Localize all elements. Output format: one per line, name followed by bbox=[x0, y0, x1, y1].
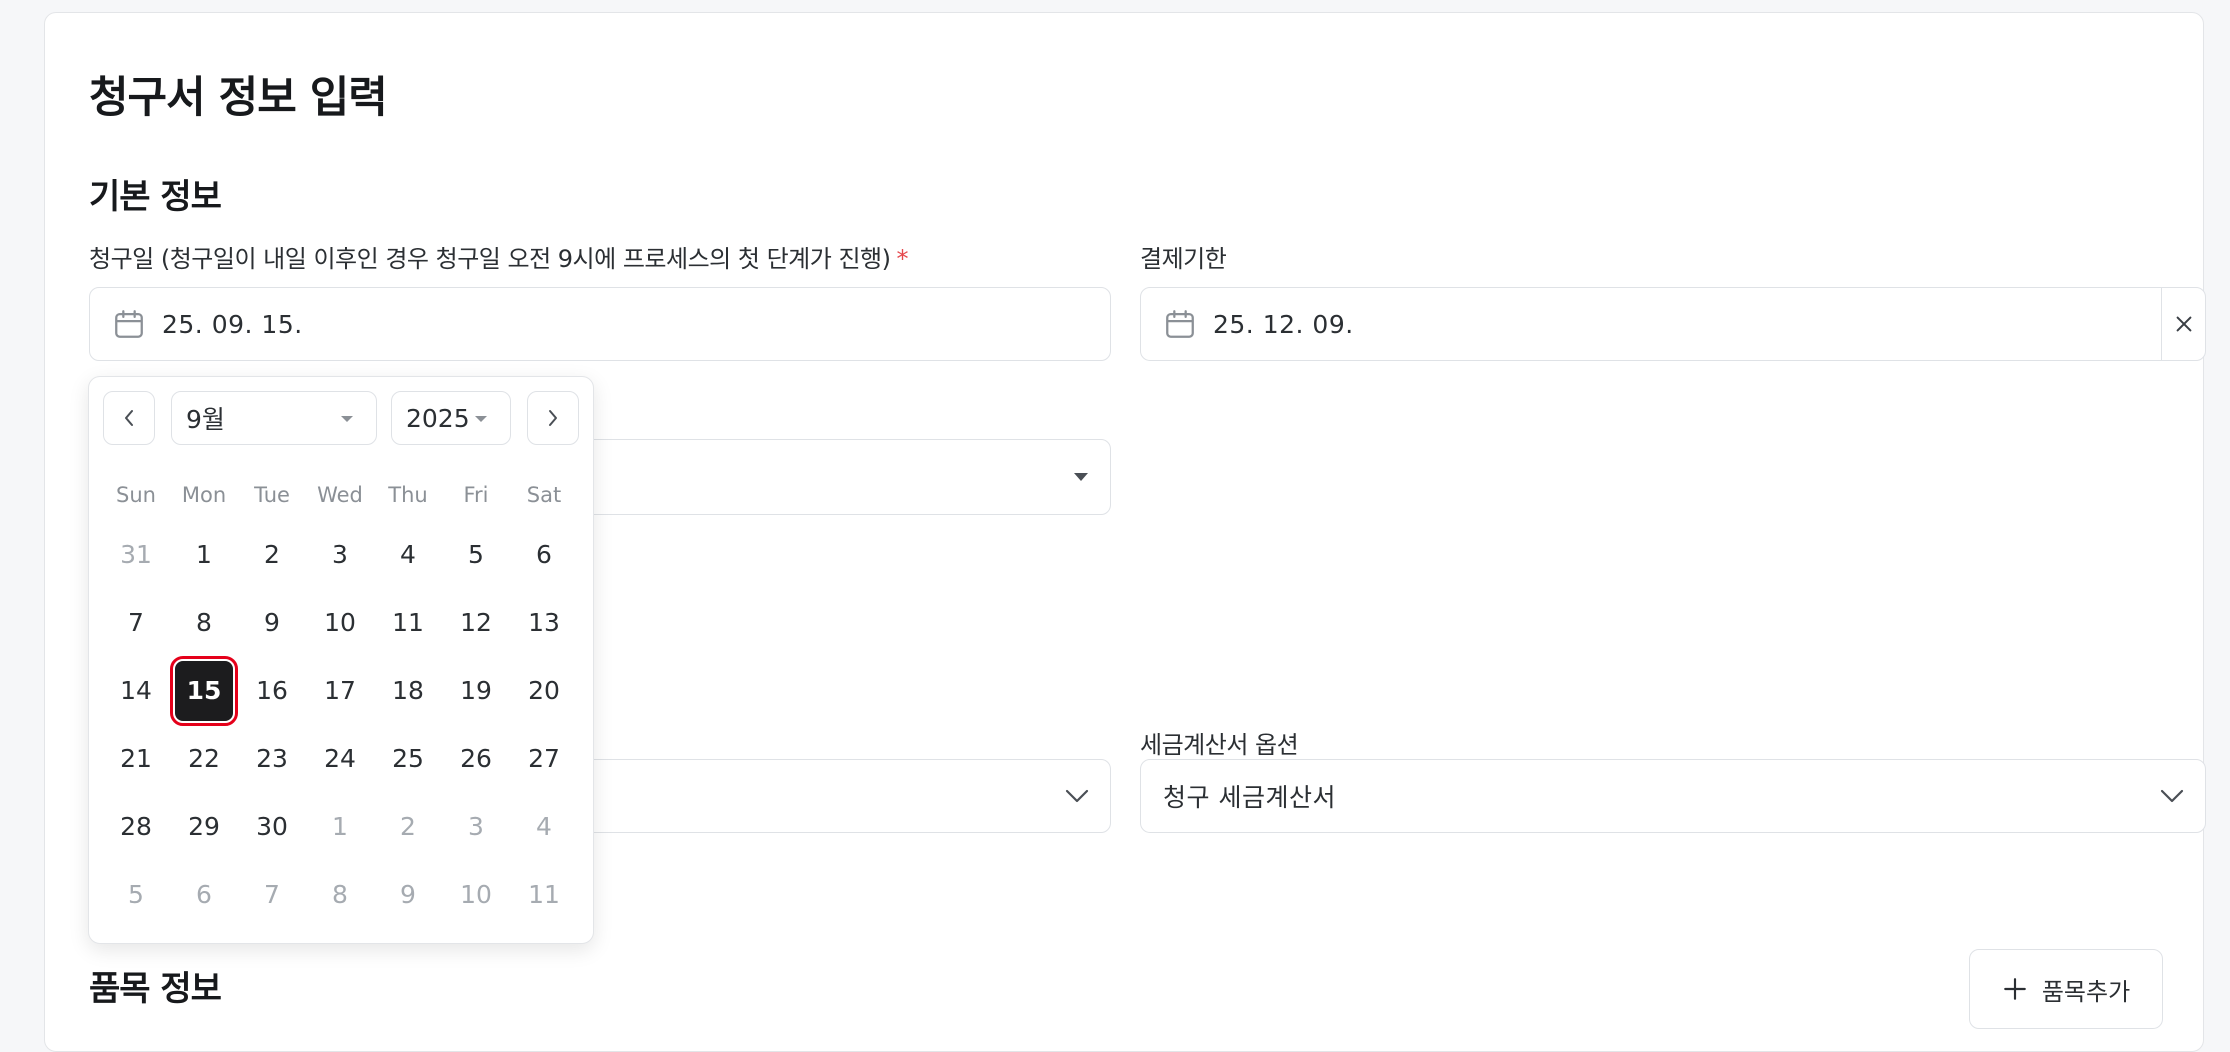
weekday-label: Wed bbox=[317, 483, 363, 507]
items-info-title: 품목 정보 bbox=[89, 969, 222, 1009]
invoice-date-label-text: 청구일 (청구일이 내일 이후인 경우 청구일 오전 9시에 프로세스의 첫 단… bbox=[89, 245, 891, 273]
calendar-day[interactable]: 27 bbox=[516, 729, 572, 789]
invoice-date-value: 25. 09. 15. bbox=[162, 309, 303, 339]
calendar-day[interactable]: 3 bbox=[312, 525, 368, 585]
weekday-label: Mon bbox=[181, 483, 227, 507]
clear-due-date-button[interactable] bbox=[2161, 288, 2205, 360]
calendar-day[interactable]: 5 bbox=[108, 865, 164, 925]
calendar-day[interactable]: 9 bbox=[380, 865, 436, 925]
calendar-day[interactable]: 30 bbox=[244, 797, 300, 857]
tax-invoice-select[interactable]: 청구 세금계산서 bbox=[1140, 759, 2206, 833]
weekday-label: Thu bbox=[388, 483, 428, 507]
calendar-day[interactable]: 26 bbox=[448, 729, 504, 789]
calendar-day[interactable]: 4 bbox=[516, 797, 572, 857]
due-date-value: 25. 12. 09. bbox=[1213, 309, 1354, 339]
add-item-label: 품목추가 bbox=[2041, 977, 2131, 1006]
chevron-left-icon bbox=[125, 410, 133, 426]
calendar-day[interactable]: 31 bbox=[108, 525, 164, 585]
page-title: 청구서 정보 입력 bbox=[89, 73, 388, 123]
calendar-day[interactable]: 2 bbox=[244, 525, 300, 585]
calendar-day-selected[interactable]: 15 bbox=[170, 656, 238, 726]
calendar-day[interactable]: 18 bbox=[380, 661, 436, 721]
datepicker-popover: 9월 2025 Sun Mon Tue Wed Thu Fri Sat 31 1 2 3 4 5 6 7 8… bbox=[88, 376, 594, 944]
required-mark: * bbox=[896, 245, 908, 273]
caret-down-icon bbox=[1074, 473, 1088, 481]
next-month-button[interactable] bbox=[527, 391, 579, 445]
calendar-day[interactable]: 28 bbox=[108, 797, 164, 857]
calendar-day[interactable]: 25 bbox=[380, 729, 436, 789]
invoice-date-input[interactable]: 25. 09. 15. bbox=[89, 287, 1111, 361]
calendar-day[interactable]: 10 bbox=[448, 865, 504, 925]
calendar-day[interactable]: 6 bbox=[176, 865, 232, 925]
calendar-day[interactable]: 3 bbox=[448, 797, 504, 857]
calendar-day[interactable]: 8 bbox=[312, 865, 368, 925]
weekday-label: Sun bbox=[116, 483, 156, 507]
calendar-day[interactable]: 4 bbox=[380, 525, 436, 585]
calendar-day[interactable]: 5 bbox=[448, 525, 504, 585]
calendar-icon bbox=[1166, 310, 1194, 338]
calendar-day[interactable]: 23 bbox=[244, 729, 300, 789]
calendar-day[interactable]: 1 bbox=[176, 525, 232, 585]
calendar-day[interactable]: 10 bbox=[312, 593, 368, 653]
calendar-day[interactable]: 24 bbox=[312, 729, 368, 789]
tax-invoice-label: 세금계산서 옵션 bbox=[1140, 731, 1299, 759]
close-icon bbox=[2176, 316, 2191, 332]
month-value: 9월 bbox=[186, 405, 225, 434]
calendar-day[interactable]: 7 bbox=[244, 865, 300, 925]
weekday-label: Tue bbox=[254, 483, 290, 507]
due-date-input[interactable]: 25. 12. 09. bbox=[1140, 287, 2206, 361]
year-value: 2025 bbox=[406, 403, 470, 433]
calendar-day[interactable]: 13 bbox=[516, 593, 572, 653]
calendar-day[interactable]: 17 bbox=[312, 661, 368, 721]
calendar-day[interactable]: 7 bbox=[108, 593, 164, 653]
chevron-right-icon bbox=[549, 410, 557, 426]
weekday-label: Sat bbox=[526, 483, 562, 507]
calendar-icon bbox=[115, 310, 143, 338]
add-item-button[interactable]: 품목추가 bbox=[1969, 949, 2163, 1029]
chevron-down-icon bbox=[1065, 789, 1089, 803]
chevron-down-icon bbox=[2160, 789, 2184, 803]
weekday-label: Fri bbox=[463, 483, 489, 507]
month-select[interactable]: 9월 bbox=[171, 391, 377, 445]
invoice-date-label: 청구일 (청구일이 내일 이후인 경우 청구일 오전 9시에 프로세스의 첫 단… bbox=[89, 239, 908, 274]
calendar-day[interactable]: 29 bbox=[176, 797, 232, 857]
caret-down-icon bbox=[341, 416, 353, 422]
calendar-day[interactable]: 1 bbox=[312, 797, 368, 857]
calendar-day[interactable]: 14 bbox=[108, 661, 164, 721]
calendar-day[interactable]: 9 bbox=[244, 593, 300, 653]
tax-invoice-value: 청구 세금계산서 bbox=[1163, 783, 1336, 812]
calendar-day[interactable]: 16 bbox=[244, 661, 300, 721]
calendar-day[interactable]: 2 bbox=[380, 797, 436, 857]
calendar-day[interactable]: 19 bbox=[448, 661, 504, 721]
plus-icon bbox=[2003, 978, 2026, 1000]
prev-month-button[interactable] bbox=[103, 391, 155, 445]
calendar-day[interactable]: 11 bbox=[380, 593, 436, 653]
calendar-day[interactable]: 20 bbox=[516, 661, 572, 721]
due-date-label: 결제기한 bbox=[1140, 245, 1227, 273]
caret-down-icon bbox=[475, 416, 487, 422]
calendar-day[interactable]: 12 bbox=[448, 593, 504, 653]
calendar-day[interactable]: 11 bbox=[516, 865, 572, 925]
calendar-day[interactable]: 6 bbox=[516, 525, 572, 585]
calendar-day[interactable]: 8 bbox=[176, 593, 232, 653]
basic-info-title: 기본 정보 bbox=[89, 177, 222, 217]
year-select[interactable]: 2025 bbox=[391, 391, 511, 445]
calendar-day[interactable]: 21 bbox=[108, 729, 164, 789]
calendar-day[interactable]: 22 bbox=[176, 729, 232, 789]
